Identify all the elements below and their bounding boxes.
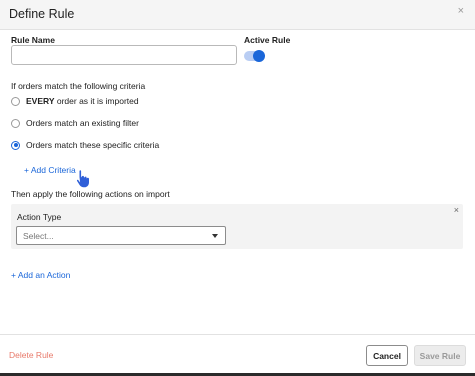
dialog-header: Define Rule × (0, 0, 475, 30)
rule-name-label: Rule Name (11, 35, 55, 45)
chevron-down-icon (212, 234, 218, 238)
dialog-footer: Delete Rule Cancel Save Rule (0, 334, 475, 373)
dialog-title: Define Rule (9, 7, 75, 21)
add-action-link[interactable]: + Add an Action (11, 270, 70, 280)
active-rule-toggle[interactable] (244, 50, 265, 62)
action-type-label: Action Type (17, 212, 62, 222)
define-rule-dialog: Define Rule × Rule Name Active Rule If o… (0, 0, 475, 373)
radio-specific-criteria[interactable]: Orders match these specific criteria (11, 138, 159, 152)
radio-button[interactable] (11, 96, 20, 106)
radio-every-order[interactable]: EVERY order as it is imported (11, 94, 139, 108)
action-type-select[interactable]: Select... (16, 226, 226, 245)
close-icon[interactable]: × (458, 5, 464, 17)
toggle-knob (253, 50, 265, 62)
close-icon[interactable]: × (454, 205, 459, 215)
criteria-heading: If orders match the following criteria (11, 81, 146, 91)
cancel-button[interactable]: Cancel (366, 345, 408, 366)
active-rule-label: Active Rule (244, 35, 291, 45)
actions-heading: Then apply the following actions on impo… (11, 189, 170, 199)
radio-label: Orders match these specific criteria (26, 140, 160, 150)
select-placeholder: Select... (23, 231, 54, 241)
radio-button[interactable] (11, 118, 20, 128)
hand-pointer-icon (75, 169, 91, 189)
rule-name-input[interactable] (11, 45, 237, 65)
radio-existing-filter[interactable]: Orders match an existing filter (11, 116, 139, 130)
radio-button[interactable] (11, 140, 20, 150)
delete-rule-button[interactable]: Delete Rule (9, 350, 53, 360)
radio-label: EVERY order as it is imported (26, 96, 139, 106)
radio-label: Orders match an existing filter (26, 118, 139, 128)
add-criteria-link[interactable]: + Add Criteria (24, 165, 76, 175)
save-rule-button[interactable]: Save Rule (414, 345, 466, 366)
